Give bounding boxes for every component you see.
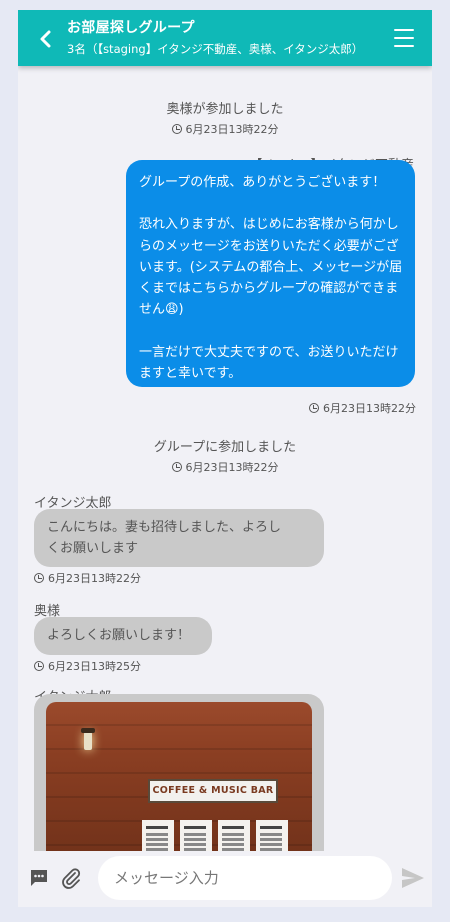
chat-screen: お部屋探しグループ 3名（【staging】イタンジ不動産、奥様、イタンジ太郎）… xyxy=(18,10,432,907)
message-input-bar xyxy=(18,851,432,907)
paperclip-icon[interactable] xyxy=(60,866,82,890)
chat-bubble-icon[interactable] xyxy=(29,868,49,888)
message-feed[interactable]: 奥様が参加しました 6月23日13時22分 【staging】イタンジ不動産 グ… xyxy=(18,66,432,851)
timestamp: 6月23日13時22分 xyxy=(309,400,416,416)
group-title: お部屋探しグループ xyxy=(67,20,195,36)
shared-photo[interactable]: COFFEE & MUSIC BAR xyxy=(46,702,312,851)
send-icon[interactable] xyxy=(401,867,425,889)
hamburger-menu-icon[interactable] xyxy=(394,29,414,47)
clock-icon xyxy=(34,661,44,671)
image-message-bubble[interactable]: COFFEE & MUSIC BAR xyxy=(34,694,324,851)
clock-icon xyxy=(171,462,182,472)
timestamp: 6月23日13時25分 xyxy=(34,658,141,674)
menu-board xyxy=(256,820,288,851)
menu-board xyxy=(180,820,212,851)
timestamp: 6月23日13時22分 xyxy=(171,459,279,475)
system-message-text: グループに参加しました xyxy=(153,440,297,455)
clock-icon xyxy=(171,124,182,134)
menu-board xyxy=(142,820,174,851)
menu-board xyxy=(218,820,250,851)
clock-icon xyxy=(34,573,44,583)
message-input[interactable] xyxy=(98,856,392,900)
wall-lamp xyxy=(81,728,95,750)
timestamp: 6月23日13時22分 xyxy=(34,570,141,586)
clock-icon xyxy=(309,403,319,413)
system-message-text: 奥様が参加しました xyxy=(166,102,284,117)
group-members: 3名（【staging】イタンジ不動産、奥様、イタンジ太郎） xyxy=(67,42,364,56)
incoming-message-bubble: こんにちは。妻も招待しました、よろし くお願いします xyxy=(34,509,324,567)
app-header: お部屋探しグループ 3名（【staging】イタンジ不動産、奥様、イタンジ太郎） xyxy=(18,10,432,66)
system-message: 奥様が参加しました 6月23日13時22分 xyxy=(18,98,432,138)
incoming-message-bubble: よろしくお願いします！ xyxy=(34,617,212,655)
chevron-left-icon[interactable] xyxy=(34,27,58,51)
outgoing-message-bubble: グループの作成、ありがとうございます！ 恐れ入りますが、はじめにお客様から何かし… xyxy=(126,160,415,387)
timestamp: 6月23日13時22分 xyxy=(171,121,279,137)
system-message: グループに参加しました 6月23日13時22分 xyxy=(18,436,432,476)
photo-sign: COFFEE & MUSIC BAR xyxy=(148,779,278,803)
